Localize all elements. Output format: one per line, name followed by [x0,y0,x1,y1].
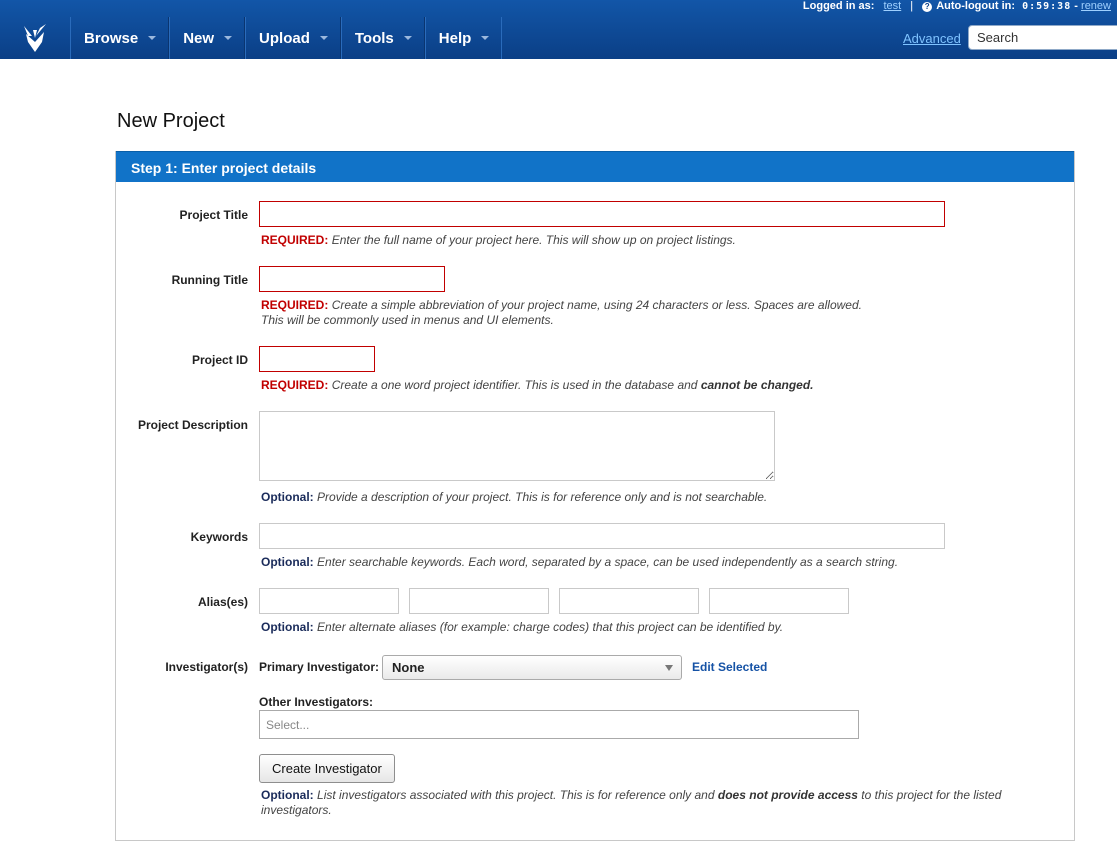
running-title-hint: REQUIRED: Create a simple abbreviation o… [261,298,862,328]
hint-bold: does not provide access [717,788,858,802]
search-input[interactable] [968,25,1117,50]
page-title: New Project [117,110,225,132]
help-circle-icon: ? [922,2,933,12]
logged-in-label: Logged in as: [802,0,875,12]
username-link[interactable]: test [883,0,901,12]
investigators-label: Investigator(s) [165,660,248,674]
aliases-label: Alias(es) [197,595,248,609]
keywords-label: Keywords [190,530,248,544]
menu-help-label: Help [438,29,472,47]
advanced-search-link[interactable]: Advanced [903,31,961,46]
project-id-input[interactable] [259,346,375,372]
dropdown-arrow-icon [665,665,673,671]
optional-tag: Optional: [261,555,314,569]
description-hint: Optional: Provide a description of your … [261,490,767,505]
alias-input-2[interactable] [409,588,549,614]
caret-down-icon [481,36,490,40]
primary-investigator-value: None [392,660,425,675]
optional-tag: Optional: [261,788,314,802]
investigators-hint: Optional: List investigators associated … [261,788,1021,818]
required-tag: REQUIRED: [261,233,329,247]
menu-upload[interactable]: Upload [245,17,341,59]
menu-tools-label: Tools [354,29,394,47]
menu-upload-label: Upload [259,29,310,47]
hint-text-c: investigators. [261,803,332,817]
menu-new-label: New [183,29,215,47]
caret-down-icon [319,36,328,40]
hint-text: Provide a description of your project. T… [317,490,768,504]
autologout-label: Auto-logout in: [936,0,1016,12]
required-tag: REQUIRED: [261,298,329,312]
autologout-timer: 0:59:38 [1022,1,1072,12]
primary-investigator-label: Primary Investigator: [259,660,380,674]
top-navbar: Logged in as: test | ? Auto-logout in: 0:… [0,0,1117,59]
alias-input-3[interactable] [559,588,699,614]
edit-selected-link[interactable]: Edit Selected [692,660,767,674]
description-label: Project Description [137,418,248,432]
hint-text-line2: This will be commonly used in menus and … [261,313,554,327]
menu-tools[interactable]: Tools [340,17,425,59]
hint-text: Create a simple abbreviation of your pro… [331,298,862,312]
project-id-hint: REQUIRED: Create a one word project iden… [261,378,814,393]
dash: - [1074,0,1078,12]
separator: | [910,0,914,12]
session-info: Logged in as: test | ? Auto-logout in: 0:… [803,0,1111,13]
running-title-label: Running Title [171,273,248,287]
menu-help[interactable]: Help [424,17,503,59]
hint-text: Enter alternate aliases (for example: ch… [317,620,784,634]
other-investigators-select[interactable]: Select... [259,710,859,739]
hint-text: List investigators associated with this … [317,788,715,802]
optional-tag: Optional: [261,620,314,634]
app-logo[interactable] [0,17,70,59]
hint-text: Create a one word project identifier. Th… [331,378,698,392]
project-title-label: Project Title [179,208,248,222]
hint-text-b: to this project for the listed [861,788,1002,802]
description-textarea[interactable] [259,411,775,481]
aliases-hint: Optional: Enter alternate aliases (for e… [261,620,783,635]
project-id-label: Project ID [191,353,248,367]
caret-down-icon [403,36,412,40]
other-investigators-label: Other Investigators: [259,695,374,709]
hint-text: Enter the full name of your project here… [331,233,736,247]
keywords-input[interactable] [259,523,945,549]
running-title-input[interactable] [259,266,445,292]
alias-input-4[interactable] [709,588,849,614]
keywords-hint: Optional: Enter searchable keywords. Eac… [261,555,898,570]
hint-bold: cannot be changed. [700,378,814,392]
logo-icon [24,24,46,52]
caret-down-icon [224,36,233,40]
menu-browse[interactable]: Browse [70,17,170,59]
project-title-hint: REQUIRED: Enter the full name of your pr… [261,233,736,248]
primary-investigator-select[interactable]: None [382,655,682,680]
project-title-input[interactable] [259,201,945,227]
required-tag: REQUIRED: [261,378,329,392]
optional-tag: Optional: [261,490,314,504]
hint-text: Enter searchable keywords. Each word, se… [317,555,899,569]
menu-browse-label: Browse [84,29,139,47]
alias-input-1[interactable] [259,588,399,614]
menu-new[interactable]: New [169,17,246,59]
renew-link[interactable]: renew [1081,0,1111,12]
create-investigator-button[interactable]: Create Investigator [259,754,395,783]
step-header: Step 1: Enter project details [116,151,1074,182]
caret-down-icon [148,36,157,40]
